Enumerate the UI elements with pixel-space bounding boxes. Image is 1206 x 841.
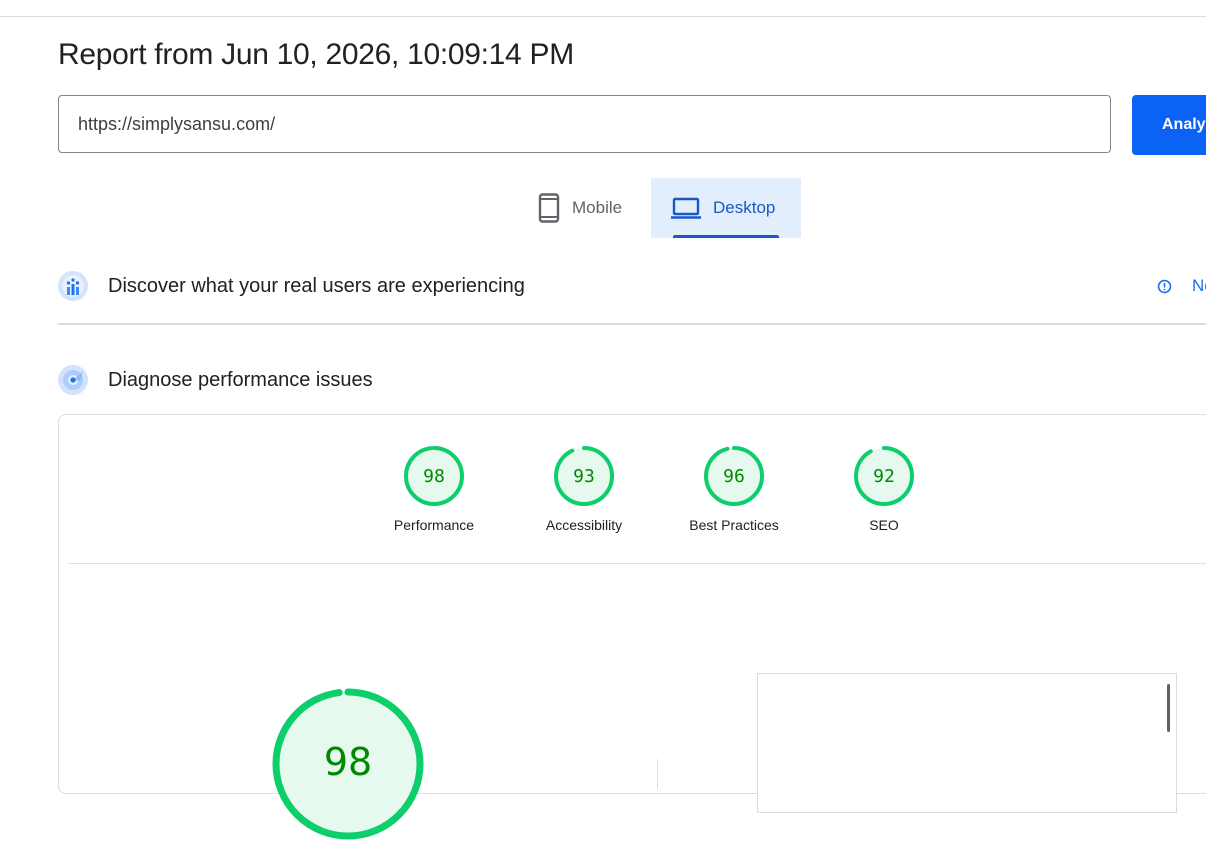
url-input[interactable] [78, 96, 1078, 152]
best-practices-score: 96 [723, 466, 745, 487]
no-data-link[interactable]: No [1157, 276, 1206, 296]
diagnose-section-header: Diagnose performance issues [58, 364, 1206, 396]
seo-label: SEO [869, 517, 899, 533]
best-practices-gauge[interactable]: 96 Best Practices [659, 445, 809, 533]
accessibility-gauge[interactable]: 93 Accessibility [509, 445, 659, 533]
accessibility-ring: 93 [554, 446, 614, 506]
accessibility-score: 93 [573, 466, 595, 487]
url-field[interactable] [58, 95, 1111, 153]
performance-score: 98 [423, 466, 445, 487]
phone-icon [538, 193, 560, 223]
diagnose-title: Diagnose performance issues [108, 368, 373, 391]
tab-desktop[interactable]: Desktop [651, 178, 801, 238]
scrollbar-thumb[interactable] [1167, 684, 1170, 732]
real-users-section-header: Discover what your real users are experi… [58, 270, 1206, 302]
device-tabs: Mobile Desktop [520, 178, 810, 238]
performance-gauge[interactable]: 98 Performance [359, 445, 509, 533]
section-divider [58, 323, 1206, 325]
performance-label: Performance [393, 517, 475, 533]
seo-score: 92 [873, 466, 895, 487]
diagnose-card: 98 Performance 93 Accessibility 96 Best … [58, 414, 1206, 840]
best-practices-ring: 96 [704, 446, 764, 506]
accessibility-label: Accessibility [545, 517, 623, 533]
page-screenshot-frame[interactable] [757, 673, 1177, 813]
tab-mobile-label: Mobile [572, 198, 623, 217]
seo-ring: 92 [854, 446, 914, 506]
metric-separator [657, 759, 658, 789]
card-divider [69, 563, 1206, 564]
tab-mobile[interactable]: Mobile [520, 178, 650, 238]
radar-icon [58, 365, 88, 395]
no-data-label: No [1192, 276, 1206, 295]
performance-ring: 98 [404, 446, 464, 506]
real-users-title: Discover what your real users are experi… [108, 274, 525, 297]
performance-big-gauge: 98 [272, 688, 424, 840]
info-icon [1157, 279, 1172, 293]
laptop-icon [671, 197, 701, 219]
users-chart-icon [58, 271, 88, 301]
analyze-button[interactable]: Analy [1132, 95, 1206, 155]
best-practices-label: Best Practices [689, 517, 779, 533]
tab-active-indicator [673, 235, 779, 238]
performance-big-score: 98 [324, 740, 372, 784]
seo-gauge[interactable]: 92 SEO [809, 445, 959, 533]
tab-desktop-label: Desktop [713, 198, 776, 217]
top-divider [0, 16, 1206, 17]
report-title: Report from Jun 10, 2026, 10:09:14 PM [58, 38, 574, 71]
